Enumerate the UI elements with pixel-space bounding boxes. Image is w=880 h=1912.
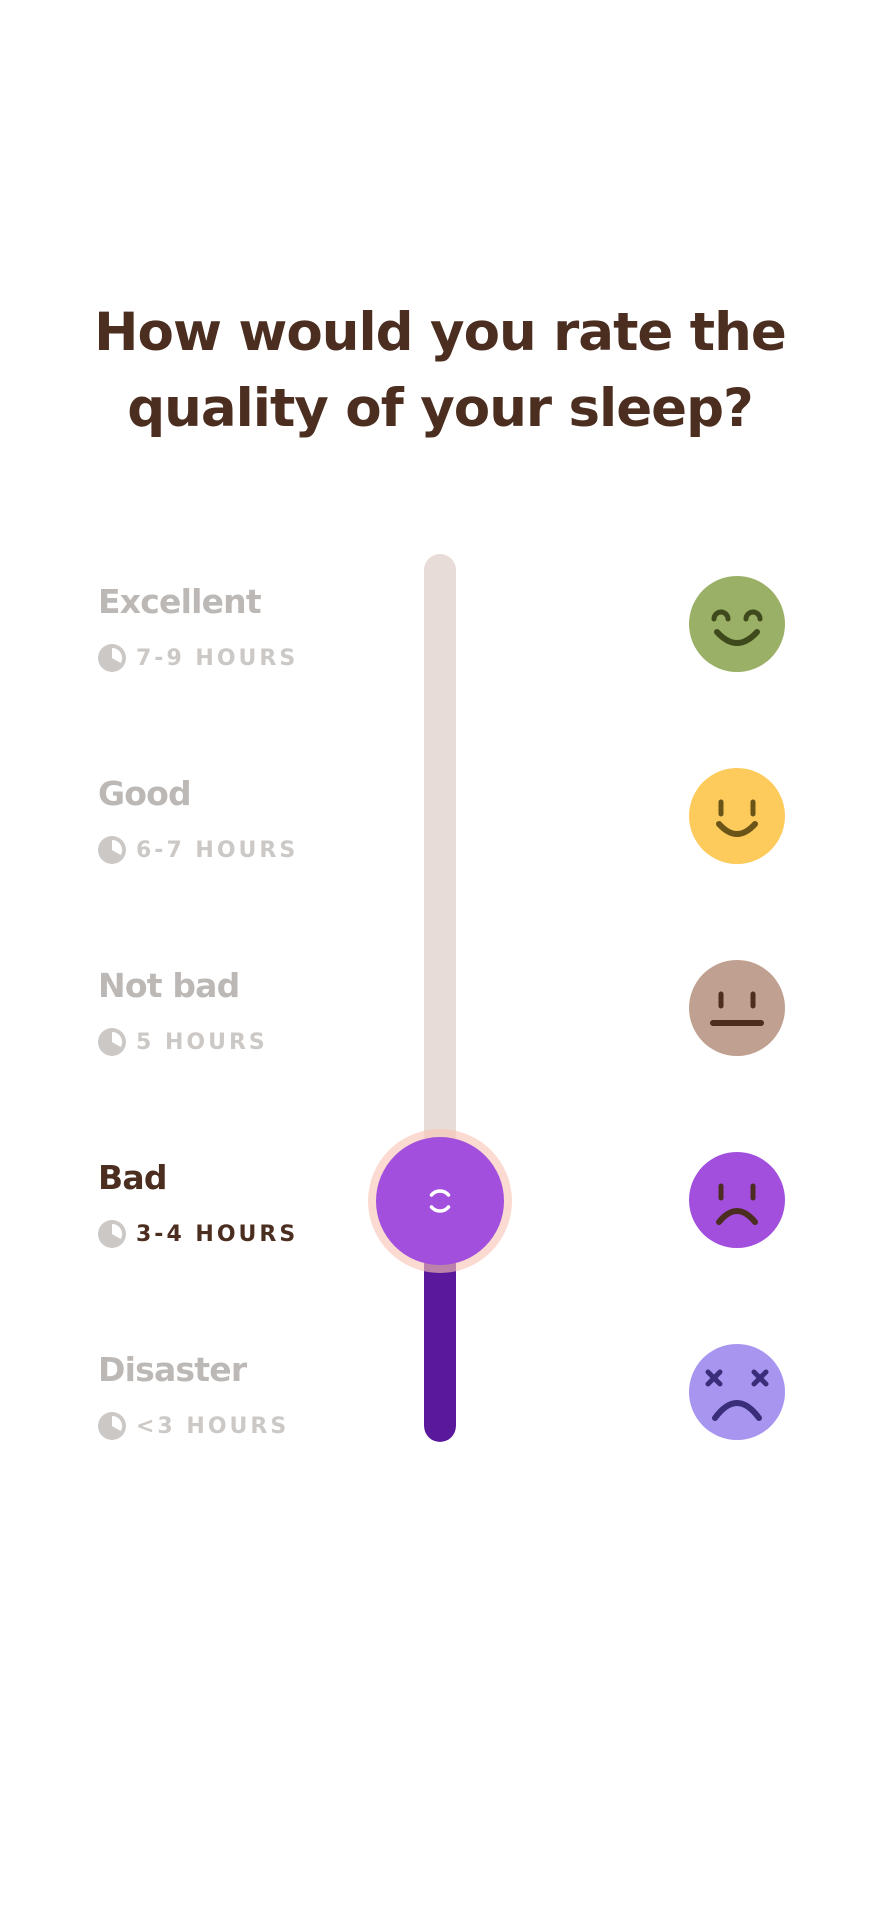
option-hours: 7-9 HOURS <box>136 645 299 671</box>
slider-thumb[interactable] <box>376 1137 504 1265</box>
question-line-2: quality of your sleep? <box>127 378 754 439</box>
dizzy-face-icon[interactable] <box>689 1344 785 1440</box>
option-hours: 3-4 HOURS <box>136 1221 299 1247</box>
option-excellent[interactable]: Excellent 7-9 HOURS <box>98 582 398 692</box>
option-not-bad[interactable]: Not bad 5 HOURS <box>98 966 398 1076</box>
option-disaster[interactable]: Disaster <3 HOURS <box>98 1350 398 1460</box>
option-bad[interactable]: Bad 3-4 HOURS <box>98 1158 398 1268</box>
clock-icon <box>98 644 126 672</box>
option-hours: <3 HOURS <box>136 1413 290 1439</box>
neutral-face-icon[interactable] <box>689 960 785 1056</box>
happy-face-icon[interactable] <box>689 768 785 864</box>
sad-face-icon[interactable] <box>689 1152 785 1248</box>
clock-icon <box>98 836 126 864</box>
question-line-1: How would you rate the <box>94 302 787 363</box>
option-label: Excellent <box>98 582 262 621</box>
clock-icon <box>98 1220 126 1248</box>
clock-icon <box>98 1412 126 1440</box>
option-hours: 5 HOURS <box>136 1029 268 1055</box>
clock-icon <box>98 1028 126 1056</box>
very-happy-face-icon[interactable] <box>689 576 785 672</box>
option-label: Not bad <box>98 966 240 1005</box>
question-title: How would you rate the quality of your s… <box>60 295 820 447</box>
slider-track[interactable] <box>424 554 456 1442</box>
option-hours: 6-7 HOURS <box>136 837 299 863</box>
option-good[interactable]: Good 6-7 HOURS <box>98 774 398 884</box>
option-label: Disaster <box>98 1350 247 1389</box>
option-label: Good <box>98 774 192 813</box>
option-label: Bad <box>98 1158 167 1197</box>
